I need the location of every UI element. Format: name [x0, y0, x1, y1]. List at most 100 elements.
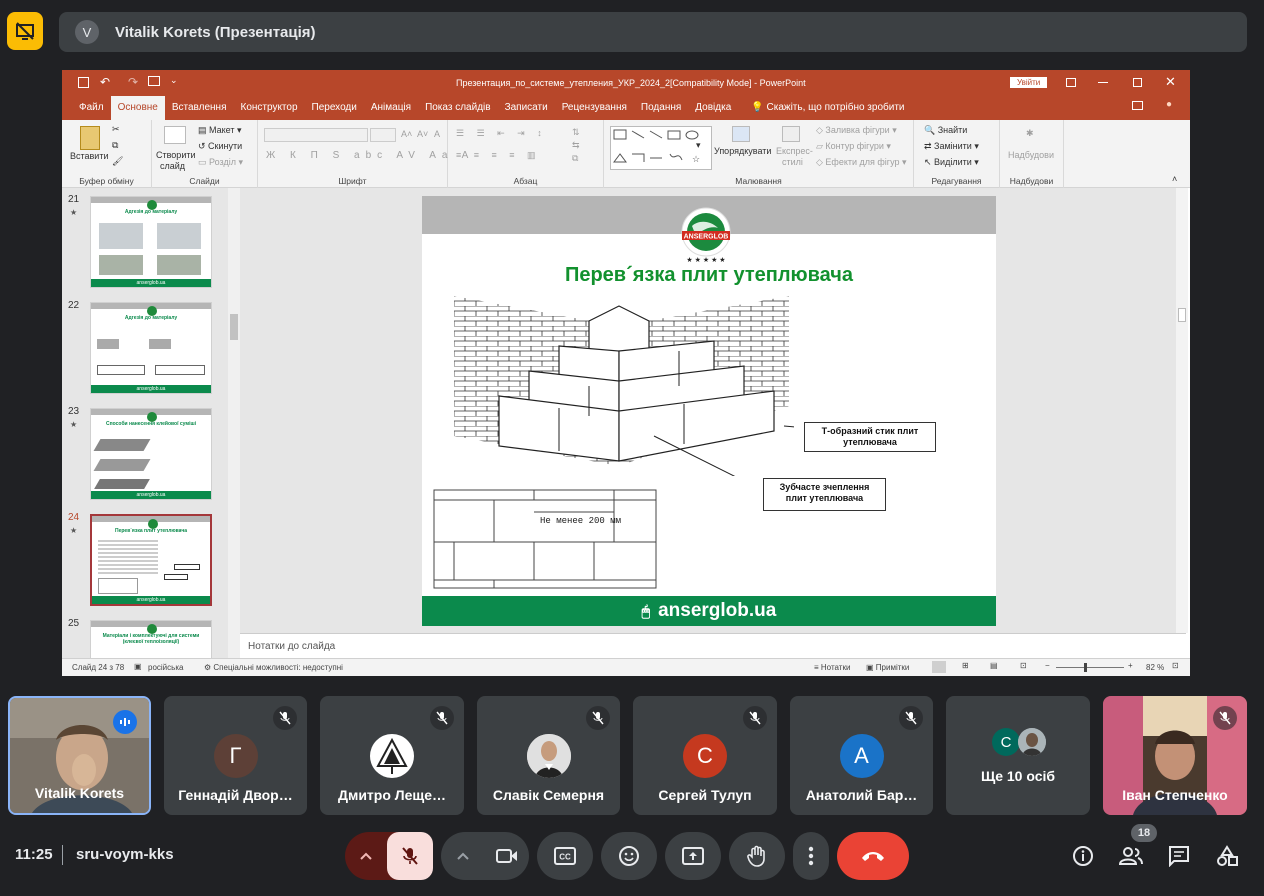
participant-tile[interactable]: Дмитро Леще…: [320, 696, 464, 815]
thumbnails-scrollbar[interactable]: [228, 188, 240, 658]
addins-button[interactable]: Надбудови: [1008, 150, 1054, 160]
shrink-font-icon[interactable]: A˅: [417, 129, 428, 139]
text-direction-buttons[interactable]: ⇅ ⇆ ⧉: [572, 126, 580, 165]
minimize-icon[interactable]: [1098, 82, 1108, 83]
redo-icon[interactable]: ↷: [128, 75, 138, 89]
tab-file[interactable]: Файл: [72, 96, 111, 120]
tab-slideshow[interactable]: Показ слайдів: [418, 96, 498, 120]
start-slideshow-icon[interactable]: [148, 76, 160, 86]
slide-thumbnail-21[interactable]: Адгезія до матеріалу anserglob.ua: [90, 196, 212, 288]
camera-toggle-button[interactable]: [485, 832, 529, 880]
participant-tile[interactable]: Vitalik Korets: [8, 696, 151, 815]
video-options-button[interactable]: [441, 832, 485, 880]
accessibility-status[interactable]: ⚙ Спеціальні можливості: недоступні: [204, 663, 343, 672]
captions-button[interactable]: CC: [537, 832, 593, 880]
select-button[interactable]: ↖ Виділити ▾: [924, 157, 979, 168]
meeting-code[interactable]: sru-voym-kks: [76, 846, 174, 863]
slide-thumbnail-25[interactable]: Матеріали і комплектуючі для системи (кл…: [90, 620, 212, 658]
maximize-icon[interactable]: [1133, 78, 1142, 87]
spellcheck-icon[interactable]: ▣: [134, 662, 142, 671]
clear-format-icon[interactable]: A: [434, 129, 440, 139]
current-slide[interactable]: ANSERGLOB ★ ★ ★ ★ ★ Перев´язка плит утеп…: [422, 196, 996, 626]
comments-toggle[interactable]: ▣ Примітки: [866, 663, 909, 672]
participant-tile[interactable]: Іван Степченко: [1103, 696, 1247, 815]
cut-icon[interactable]: ✂: [112, 124, 120, 135]
slide-thumbnail-23[interactable]: Способи нанесення клейової суміші anserg…: [90, 408, 212, 500]
font-style-buttons[interactable]: Ж К П S abc AV Aa A: [266, 150, 474, 161]
arrange-button[interactable]: Упорядкувати: [714, 146, 771, 156]
tab-help[interactable]: Довідка: [688, 96, 738, 120]
new-slide-button-1[interactable]: Створити: [156, 150, 196, 160]
zoom-slider[interactable]: [1056, 667, 1124, 668]
participant-tile[interactable]: Славік Семерня: [477, 696, 620, 815]
replace-button[interactable]: ⇄ Замінити ▾: [924, 141, 979, 152]
more-participants-tile[interactable]: С Ще 10 осіб: [946, 696, 1090, 815]
collapse-ribbon-icon[interactable]: ˄: [1172, 174, 1177, 184]
paste-button[interactable]: Вставити: [70, 151, 109, 161]
list-buttons[interactable]: ☰ ☰ ⇤ ⇥ ↕: [456, 128, 547, 139]
layout-button[interactable]: ▤ Макет ▾: [198, 125, 242, 136]
qat-customize-icon[interactable]: ⌄: [170, 75, 178, 86]
quick-styles-button-1[interactable]: Експрес-: [776, 146, 813, 156]
activities-button[interactable]: [1211, 840, 1243, 872]
tab-design[interactable]: Конструктор: [234, 96, 305, 120]
mic-toggle-button[interactable]: [387, 832, 433, 880]
font-size-field[interactable]: [370, 128, 396, 142]
shape-effects-button[interactable]: ◇ Ефекти для фігур ▾: [816, 157, 907, 168]
more-options-button[interactable]: [793, 832, 829, 880]
stop-presenting-badge[interactable]: [7, 12, 43, 50]
undo-icon[interactable]: ↶: [100, 75, 110, 89]
quick-styles-button-2[interactable]: стилі: [782, 157, 803, 167]
people-button[interactable]: [1115, 840, 1147, 872]
tab-home[interactable]: Основне: [110, 96, 165, 120]
tab-record[interactable]: Записати: [498, 96, 555, 120]
meeting-details-button[interactable]: [1067, 840, 1099, 872]
share-icon[interactable]: ●: [1166, 99, 1172, 110]
reactions-button[interactable]: [601, 832, 657, 880]
tab-animations[interactable]: Анімація: [364, 96, 418, 120]
slide-sorter-icon[interactable]: ⊞: [962, 661, 969, 670]
new-slide-button-2[interactable]: слайд: [160, 161, 185, 171]
align-buttons[interactable]: ≡ ≡ ≡ ≡ ▥: [456, 150, 541, 161]
comments-icon[interactable]: [1132, 101, 1143, 110]
signin-button[interactable]: Увійти: [1010, 77, 1048, 88]
format-painter-icon[interactable]: 🖌: [112, 156, 123, 167]
tab-review[interactable]: Рецензування: [555, 96, 634, 120]
raise-hand-button[interactable]: [729, 832, 785, 880]
tab-transitions[interactable]: Переходи: [305, 96, 364, 120]
shape-outline-button[interactable]: ▱ Контур фігури ▾: [816, 141, 891, 152]
slideshow-view-icon[interactable]: ⊡: [1020, 661, 1027, 670]
ribbon-display-icon[interactable]: [1066, 78, 1076, 87]
language-status[interactable]: російська: [148, 663, 183, 672]
notes-pane[interactable]: Нотатки до слайда: [240, 633, 1186, 658]
normal-view-icon[interactable]: [932, 661, 946, 673]
zoom-in-icon[interactable]: +: [1128, 661, 1133, 670]
tab-view[interactable]: Подання: [634, 96, 688, 120]
notes-toggle[interactable]: ≡ Нотатки: [814, 663, 850, 672]
fit-slide-icon[interactable]: ⊡: [1172, 661, 1179, 670]
save-icon[interactable]: [78, 77, 89, 88]
shape-fill-button[interactable]: ◇ Заливка фігури ▾: [816, 125, 897, 136]
reset-button[interactable]: ↺ Скинути: [198, 141, 242, 152]
grow-font-icon[interactable]: A˄: [401, 129, 412, 139]
audio-options-button[interactable]: [345, 832, 387, 880]
participant-tile[interactable]: Г Геннадій Двор…: [164, 696, 307, 815]
tab-insert[interactable]: Вставлення: [165, 96, 234, 120]
reading-view-icon[interactable]: ▤: [990, 661, 998, 670]
leave-call-button[interactable]: [837, 832, 909, 880]
zoom-slider-thumb[interactable]: [1084, 663, 1087, 672]
slide-thumbnail-24[interactable]: Перев´язка плит утеплювача anserglob.ua: [90, 514, 212, 606]
present-button[interactable]: [665, 832, 721, 880]
close-icon[interactable]: ✕: [1165, 74, 1176, 90]
zoom-out-icon[interactable]: −: [1045, 661, 1050, 670]
participant-tile[interactable]: A Анатолий Бар…: [790, 696, 933, 815]
tell-me-search[interactable]: 💡 Скажіть, що потрібно зробити: [744, 96, 911, 120]
font-name-field[interactable]: [264, 128, 368, 142]
chat-button[interactable]: [1163, 840, 1195, 872]
slide-thumbnail-22[interactable]: Адгезія до матеріалу anserglob.ua: [90, 302, 212, 394]
shapes-more-icon[interactable]: ▾: [696, 140, 701, 151]
copy-icon[interactable]: ⧉: [112, 140, 118, 151]
editor-scrollbar[interactable]: [1176, 188, 1188, 633]
section-button[interactable]: ▭ Розділ ▾: [198, 157, 243, 168]
find-button[interactable]: 🔍 Знайти: [924, 125, 967, 136]
